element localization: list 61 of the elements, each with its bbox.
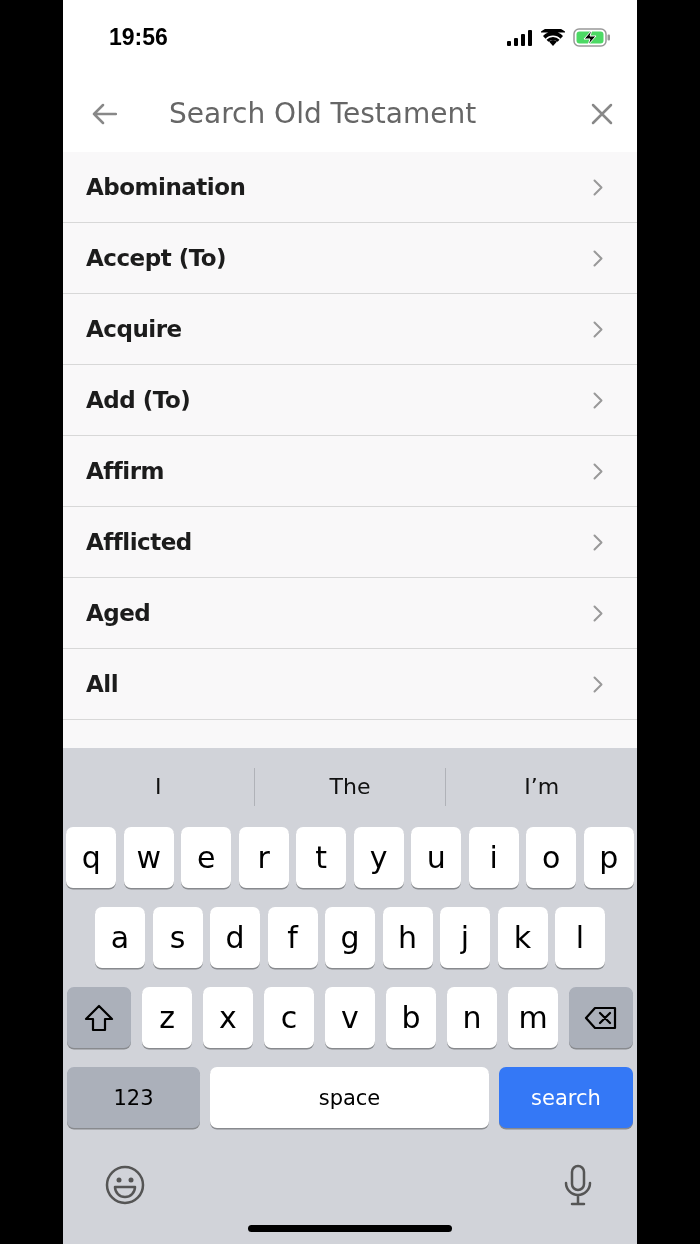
list-item[interactable]: Abomination [63,152,637,223]
key[interactable]: s [152,907,203,968]
key[interactable]: k [497,907,548,968]
key[interactable]: v [325,987,375,1048]
key[interactable]: t [296,827,347,888]
list-item[interactable]: Acquire [63,294,637,365]
numbers-key[interactable]: 123 [67,1067,200,1128]
microphone-icon[interactable] [563,1164,593,1206]
key[interactable]: f [267,907,318,968]
signal-icon [507,29,533,46]
suggestion[interactable]: I’m [446,774,637,799]
suggestion[interactable]: I [63,774,254,799]
list-item[interactable]: Affirm [63,436,637,507]
chevron-right-icon [593,604,603,622]
search-key[interactable]: search [499,1067,633,1128]
suggestion[interactable]: The [254,774,446,799]
shift-arrow-icon [84,1003,114,1032]
space-key[interactable]: space [210,1067,489,1128]
key[interactable]: y [353,827,404,888]
key[interactable]: x [203,987,253,1048]
key[interactable]: e [181,827,232,888]
shift-key[interactable] [67,987,131,1048]
battery-charging-icon [573,28,611,47]
close-icon[interactable] [591,102,613,125]
list-item[interactable]: Add (To) [63,365,637,436]
emoji-icon[interactable] [105,1165,145,1205]
chevron-right-icon [593,320,603,338]
key[interactable]: g [325,907,375,968]
key[interactable]: j [440,907,490,968]
list-item[interactable]: Afflicted [63,507,637,578]
key[interactable]: u [411,827,462,888]
chevron-right-icon [593,675,603,693]
list-item[interactable]: All [63,649,637,720]
key[interactable]: c [264,987,314,1048]
key[interactable]: h [382,907,433,968]
key[interactable]: m [508,987,558,1048]
key[interactable]: q [66,827,117,888]
key[interactable]: d [210,907,260,968]
chevron-right-icon [593,533,603,551]
backspace-key[interactable] [569,987,633,1048]
backspace-icon [584,1005,618,1030]
key[interactable]: w [123,827,174,888]
list-item[interactable]: Accept (To) [63,223,637,294]
chevron-right-icon [593,249,603,267]
key[interactable]: l [555,907,605,968]
chevron-right-icon [593,178,603,196]
key[interactable]: b [386,987,436,1048]
search-field[interactable]: Search Old Testament [141,97,567,130]
key[interactable]: p [583,827,634,888]
wifi-icon [541,29,565,46]
key[interactable]: r [238,827,289,888]
key[interactable]: a [95,907,145,968]
key[interactable]: o [526,827,577,888]
key[interactable]: n [447,987,497,1048]
chevron-right-icon [593,391,603,409]
chevron-right-icon [593,462,603,480]
status-time: 19:56 [109,24,168,51]
key[interactable]: i [468,827,519,888]
key[interactable]: z [142,987,192,1048]
back-arrow-icon[interactable] [91,102,117,125]
list-item[interactable]: Aged [63,578,637,649]
